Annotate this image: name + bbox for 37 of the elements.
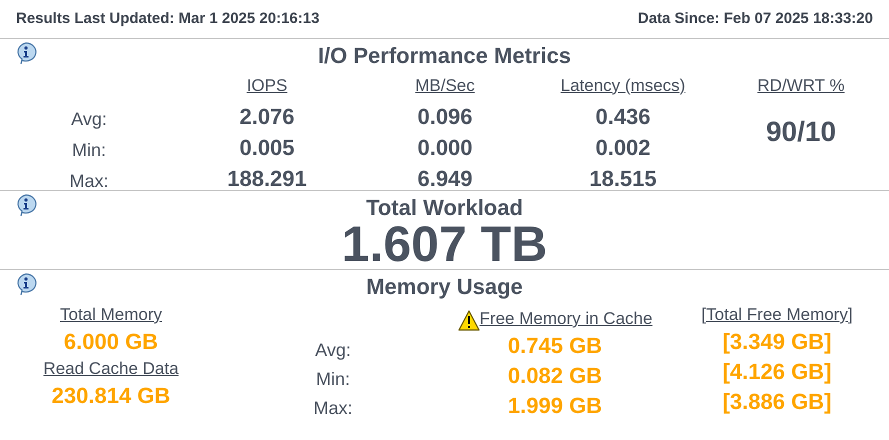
read-cache-label[interactable]: Read Cache Data [43, 357, 179, 381]
row-label: Min: [72, 139, 106, 161]
section-title: Memory Usage [366, 273, 523, 301]
total-free-label[interactable]: [Total Free Memory] [701, 303, 853, 327]
total-free-value: [3.886 GB] [722, 388, 832, 416]
column-header: IOPS [246, 76, 288, 96]
section-title: I/O Performance Metrics [318, 42, 572, 70]
row-label: Max: [313, 397, 352, 420]
row-label: Avg: [315, 339, 351, 362]
row-label: Max: [69, 170, 108, 192]
metric-value: 0.000 [417, 134, 473, 160]
column-header: MB/Sec [415, 76, 475, 96]
metric-value: 0.096 [417, 104, 473, 130]
total-free-value: [4.126 GB] [722, 358, 832, 386]
column-header: RD/WRT % [757, 76, 845, 96]
read-cache-value: 230.814 GB [52, 382, 170, 410]
metric-value: 0.002 [595, 134, 651, 160]
metric-value: 18.515 [589, 166, 657, 192]
warning-icon [458, 310, 480, 331]
total-free-value: [3.349 GB] [722, 328, 832, 356]
row-label: Avg: [71, 108, 107, 130]
metric-value: 2.076 [239, 104, 295, 130]
free-cache-value: 0.745 GB [508, 332, 602, 360]
total-memory-value: 6.000 GB [64, 328, 158, 356]
data-since-text: Data Since: Feb 07 2025 18:33:20 [638, 10, 873, 29]
rd-wrt-value: 90/10 [766, 116, 836, 147]
row-label: Min: [316, 368, 350, 391]
total-memory-label[interactable]: Total Memory [60, 303, 162, 327]
metric-value: 0.436 [595, 104, 651, 130]
free-cache-value: 1.999 GB [508, 392, 602, 420]
metric-value: 6.949 [417, 166, 473, 192]
last-updated-text: Results Last Updated: Mar 1 2025 20:16:13 [16, 10, 320, 29]
metric-value: 0.005 [239, 134, 295, 160]
free-cache-value: 0.082 GB [508, 362, 602, 390]
metric-value: 188.291 [227, 166, 307, 192]
column-header: Latency (msecs) [560, 76, 686, 96]
free-cache-label[interactable]: Free Memory in Cache [480, 307, 652, 331]
